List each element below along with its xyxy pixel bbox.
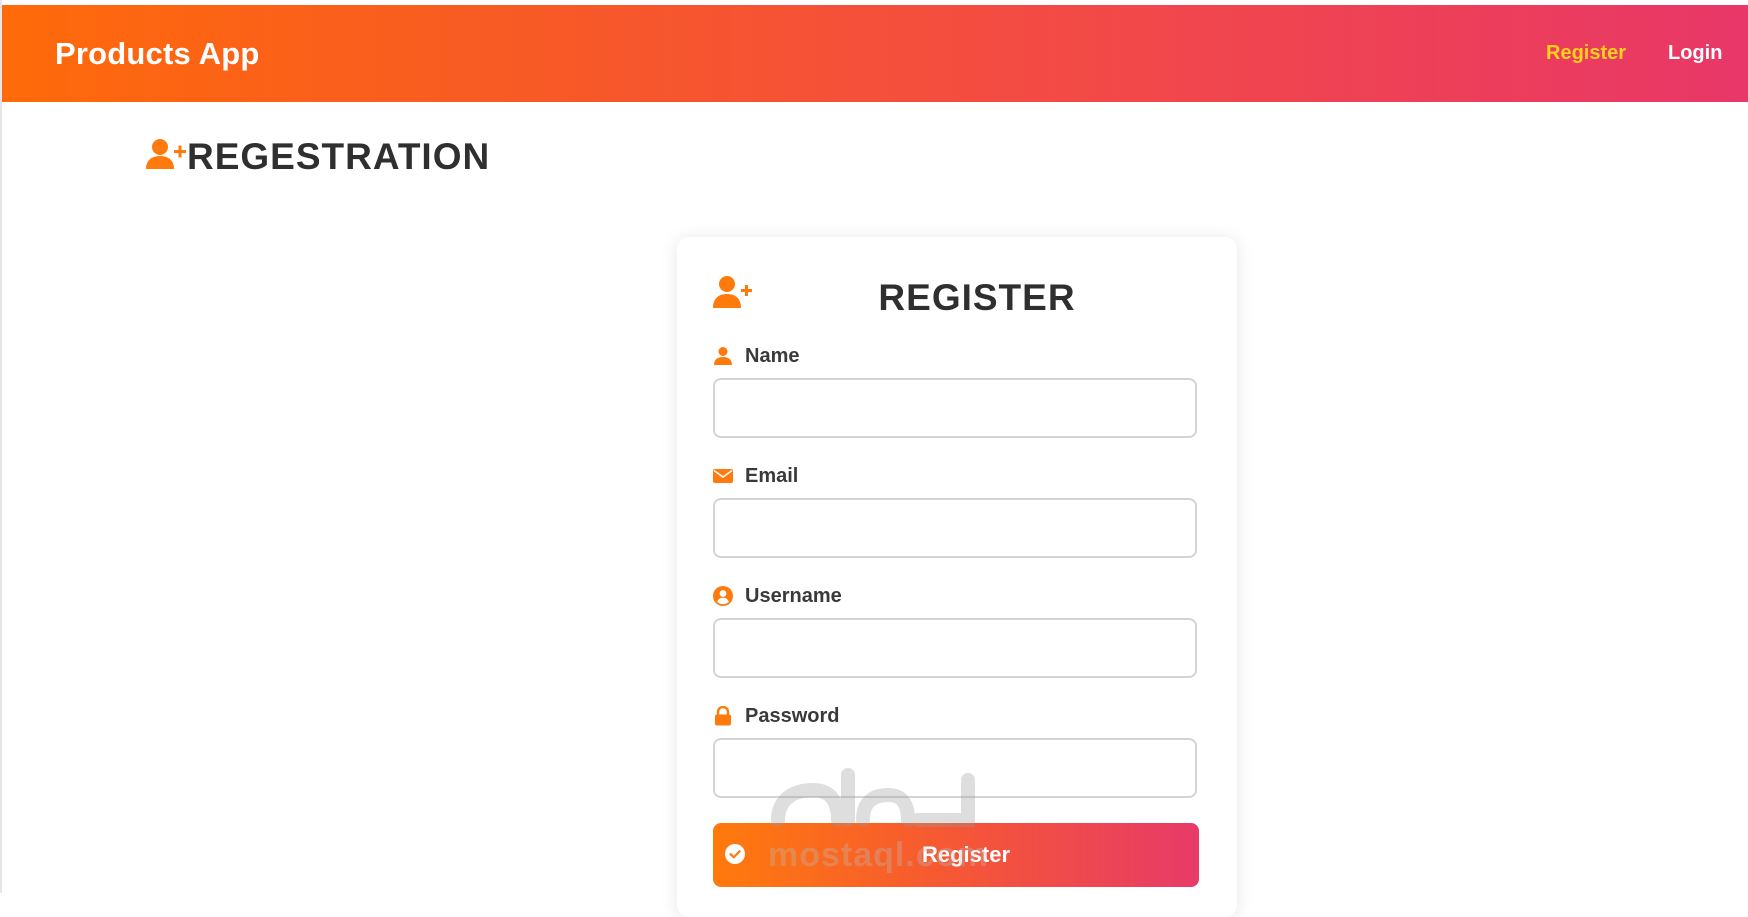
register-card: REGISTER Name Email Username Password Re… (677, 237, 1237, 917)
username-input[interactable] (713, 618, 1197, 678)
name-input[interactable] (713, 378, 1197, 438)
envelope-icon (713, 469, 733, 483)
username-label-text: Username (745, 584, 842, 607)
user-icon (714, 347, 732, 365)
page-heading-text: REGESTRATION (187, 136, 491, 177)
register-submit-button[interactable]: Register (713, 823, 1199, 887)
password-label: Password (713, 703, 839, 729)
user-circle-icon (713, 586, 733, 606)
password-input[interactable] (713, 738, 1197, 798)
register-submit-label: Register (921, 842, 1011, 867)
nav-login-link[interactable]: Login (1668, 5, 1722, 102)
email-label-text: Email (745, 464, 799, 487)
email-label: Email (713, 463, 798, 489)
navbar: Products App Register Login (2, 5, 1748, 102)
lock-icon (715, 706, 731, 726)
brand-title[interactable]: Products App (55, 5, 259, 102)
user-plus-icon (146, 139, 186, 169)
username-label: Username (713, 583, 842, 609)
name-label: Name (713, 343, 799, 369)
window-left-edge (0, 0, 2, 893)
form-title: REGISTER (878, 277, 1076, 318)
nav-register-link[interactable]: Register (1546, 5, 1626, 102)
password-label-text: Password (745, 704, 840, 727)
email-input[interactable] (713, 498, 1197, 558)
name-label-text: Name (745, 344, 800, 367)
page-heading: REGESTRATION (145, 132, 490, 182)
